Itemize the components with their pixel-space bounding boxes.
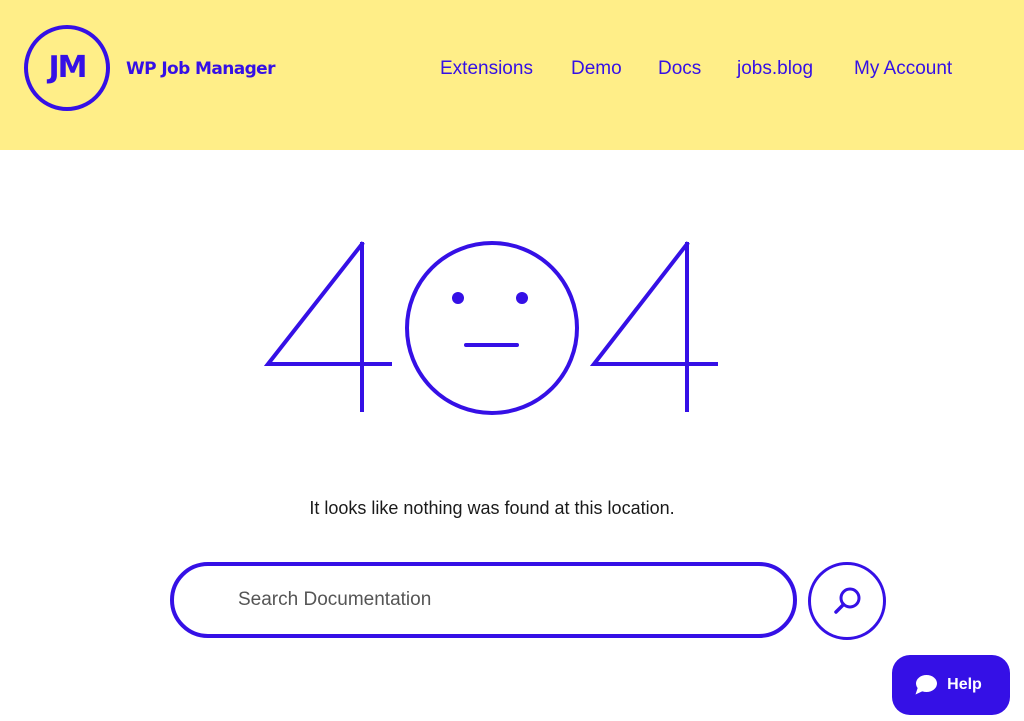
digit-four-left: [263, 241, 392, 412]
help-label: Help: [947, 676, 982, 693]
search-input[interactable]: [170, 562, 797, 638]
chat-bubble-icon: [915, 675, 938, 695]
search-icon: [834, 587, 861, 614]
nav-link-docs[interactable]: Docs: [658, 56, 701, 82]
nav-link-my-account[interactable]: My Account: [854, 56, 952, 82]
digit-four-right: [589, 241, 718, 412]
error-code-text: 404: [262, 236, 264, 237]
nav-link-jobs-blog[interactable]: jobs.blog: [737, 56, 813, 82]
nav-link-extensions[interactable]: Extensions: [440, 56, 533, 82]
help-button[interactable]: Help: [892, 655, 1010, 715]
neutral-face-icon: [405, 241, 579, 415]
not-found-message: It looks like nothing was found at this …: [309, 498, 675, 518]
site-header: JM WP Job Manager Extensions Demo Docs j…: [0, 0, 1024, 150]
nav-link-demo[interactable]: Demo: [571, 56, 622, 82]
error-404-graphic: 404: [262, 236, 718, 415]
search-button[interactable]: [808, 562, 886, 640]
error-code-graphic: [263, 241, 718, 415]
main-nav: Extensions Demo Docs jobs.blog My Accoun…: [0, 56, 1024, 82]
